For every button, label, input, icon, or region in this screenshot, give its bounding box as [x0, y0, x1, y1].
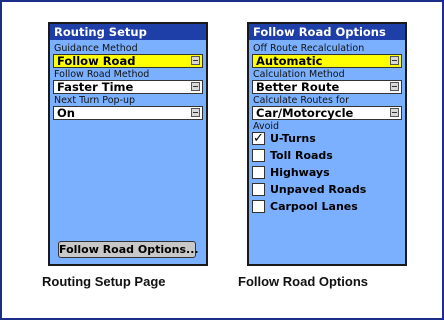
calculation-method-value: Better Route	[256, 80, 340, 94]
routing-setup-screen: Routing Setup Guidance Method Follow Roa…	[48, 22, 208, 266]
calculate-routes-for-select[interactable]: Car/Motorcycle	[252, 106, 402, 120]
follow-road-method-select[interactable]: Faster Time	[53, 80, 203, 94]
avoid-unpaved-roads-label: Unpaved Roads	[270, 183, 367, 196]
routing-setup-title: Routing Setup	[50, 24, 206, 40]
calculation-method-select[interactable]: Better Route	[252, 80, 402, 94]
checkbox-u-turns[interactable]: ✓	[252, 132, 265, 145]
dropdown-arrow-icon[interactable]	[390, 82, 399, 91]
calculate-routes-for-label: Calculate Routes for	[253, 95, 349, 106]
guidance-method-label: Guidance Method	[54, 43, 138, 54]
next-turn-popup-value: On	[57, 106, 75, 120]
follow-road-method-value: Faster Time	[57, 80, 134, 94]
avoid-highways-label: Highways	[270, 166, 330, 179]
caption-routing-setup-page: Routing Setup Page	[42, 274, 166, 289]
guidance-method-value: Follow Road	[57, 54, 136, 68]
follow-road-options-title: Follow Road Options	[249, 24, 405, 40]
calculate-routes-for-value: Car/Motorcycle	[256, 106, 354, 120]
avoid-toll-roads-label: Toll Roads	[270, 149, 333, 162]
next-turn-popup-label: Next Turn Pop-up	[54, 95, 136, 106]
caption-follow-road-options: Follow Road Options	[238, 274, 368, 289]
off-route-recalculation-value: Automatic	[256, 54, 323, 68]
guidance-method-select[interactable]: Follow Road	[53, 54, 203, 68]
dropdown-arrow-icon[interactable]	[191, 82, 200, 91]
off-route-recalculation-select[interactable]: Automatic	[252, 54, 402, 68]
dropdown-arrow-icon[interactable]	[390, 56, 399, 65]
checkbox-highways[interactable]	[252, 166, 265, 179]
follow-road-options-button[interactable]: Follow Road Options...	[58, 241, 199, 258]
dropdown-arrow-icon[interactable]	[191, 108, 200, 117]
avoid-u-turns-label: U-Turns	[270, 132, 316, 145]
dropdown-arrow-icon[interactable]	[390, 108, 399, 117]
calculation-method-label: Calculation Method	[253, 69, 345, 80]
dropdown-arrow-icon[interactable]	[191, 56, 200, 65]
next-turn-popup-select[interactable]: On	[53, 106, 203, 120]
avoid-carpool-lanes-label: Carpool Lanes	[270, 200, 358, 213]
checkbox-carpool-lanes[interactable]	[252, 200, 265, 213]
checkbox-unpaved-roads[interactable]	[252, 183, 265, 196]
checkbox-toll-roads[interactable]	[252, 149, 265, 162]
figure-frame: Routing Setup Guidance Method Follow Roa…	[0, 0, 444, 320]
follow-road-method-label: Follow Road Method	[54, 69, 150, 80]
off-route-recalculation-label: Off Route Recalculation	[253, 43, 365, 54]
follow-road-options-screen: Follow Road Options Off Route Recalculat…	[247, 22, 407, 266]
